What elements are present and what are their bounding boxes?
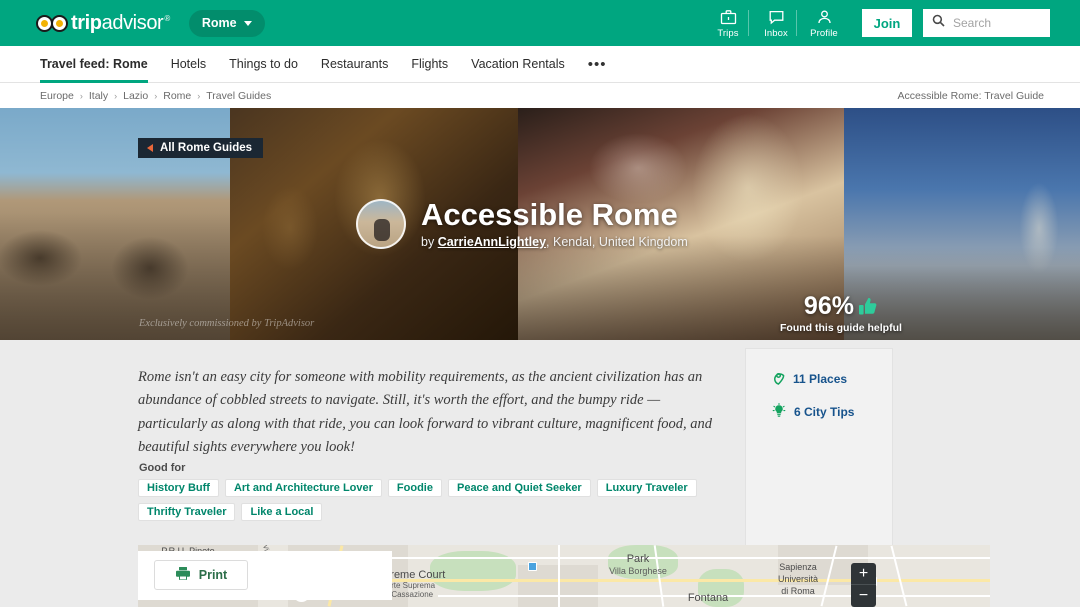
thumbs-up-icon (858, 296, 878, 321)
profile-label: Profile (810, 28, 838, 39)
tab-flights[interactable]: Flights (411, 46, 448, 83)
tag-peace-and-quiet-seeker[interactable]: Peace and Quiet Seeker (448, 479, 591, 497)
print-label: Print (199, 568, 227, 582)
places-count-label: 11 Places (793, 372, 847, 386)
map-zoom-in-button[interactable]: + (851, 563, 876, 585)
join-button[interactable]: Join (862, 9, 912, 37)
search-icon (932, 14, 945, 32)
logo-text-light: advisor (102, 12, 164, 34)
breadcrumb-item-italy[interactable]: Italy (89, 90, 108, 102)
breadcrumb-separator: › (154, 91, 157, 101)
inbox-button[interactable]: Inbox (752, 0, 800, 46)
author-link[interactable]: CarrieAnnLightley (438, 235, 546, 249)
tripadvisor-logo[interactable]: tripadvisor® (36, 12, 170, 35)
map-zoom-out-button[interactable]: − (851, 585, 876, 607)
breadcrumb-bar: Europe › Italy › Lazio › Rome › Travel G… (0, 83, 1080, 108)
author-byline: by CarrieAnnLightley, Kendal, United Kin… (421, 235, 688, 249)
good-for-tag-list: History Buff Art and Architecture Lover … (138, 479, 738, 521)
helpful-percent: 96% (804, 292, 854, 321)
trips-button[interactable]: Trips (704, 0, 752, 46)
logo-registered-mark: ® (164, 14, 170, 23)
tag-foodie[interactable]: Foodie (388, 479, 442, 497)
profile-button[interactable]: Profile (800, 0, 848, 46)
top-header-bar: tripadvisor® Rome Trips Inbox (0, 0, 1080, 46)
hero-title-block: Accessible Rome by CarrieAnnLightley, Ke… (356, 199, 688, 249)
commission-watermark: Exclusively commissioned by TripAdvisor (139, 318, 314, 329)
chevron-down-icon (244, 21, 252, 26)
search-container[interactable] (923, 9, 1050, 37)
city-selector-label: Rome (202, 16, 237, 30)
map-zoom-control: + − (851, 563, 876, 607)
guide-intro-text: Rome isn't an easy city for someone with… (138, 366, 720, 460)
owl-logo-icon (36, 15, 68, 32)
breadcrumb-item-lazio[interactable]: Lazio (123, 90, 148, 102)
breadcrumb-item-europe[interactable]: Europe (40, 90, 74, 102)
speech-bubble-icon (768, 7, 785, 26)
author-location: , Kendal, United Kingdom (546, 235, 688, 249)
page-title: Accessible Rome (421, 199, 688, 232)
helpful-rating: 96% Found this guide helpful (780, 292, 902, 334)
tab-restaurants[interactable]: Restaurants (321, 46, 388, 83)
current-page-label: Accessible Rome: Travel Guide (898, 90, 1044, 102)
good-for-label: Good for (139, 462, 185, 474)
tab-hotels[interactable]: Hotels (171, 46, 206, 83)
city-tips-label: 6 City Tips (794, 405, 854, 419)
person-icon (816, 7, 833, 26)
print-card: Print (138, 551, 392, 600)
guide-summary-card: 11 Places 6 City Tips (745, 348, 893, 546)
trips-label: Trips (717, 28, 738, 39)
tag-like-a-local[interactable]: Like a Local (241, 503, 322, 521)
chevron-left-icon (147, 144, 153, 152)
byline-prefix: by (421, 235, 438, 249)
tag-luxury-traveler[interactable]: Luxury Traveler (597, 479, 697, 497)
briefcase-icon (720, 7, 737, 26)
breadcrumb-separator: › (197, 91, 200, 101)
header-actions: Trips Inbox Profile Join (704, 0, 1050, 46)
print-button[interactable]: Print (154, 560, 248, 590)
more-menu-icon[interactable]: ••• (588, 46, 607, 83)
tab-things-to-do[interactable]: Things to do (229, 46, 298, 83)
helpful-caption: Found this guide helpful (780, 322, 902, 334)
all-rome-guides-label: All Rome Guides (160, 142, 252, 154)
breadcrumb-item-rome[interactable]: Rome (163, 90, 191, 102)
logo-text: tripadvisor® (71, 12, 170, 35)
lightbulb-icon (772, 403, 786, 421)
breadcrumb-item-travel-guides[interactable]: Travel Guides (206, 90, 271, 102)
tag-art-and-architecture-lover[interactable]: Art and Architecture Lover (225, 479, 382, 497)
tab-travel-feed[interactable]: Travel feed: Rome (40, 46, 148, 83)
tag-thrifty-traveler[interactable]: Thrifty Traveler (138, 503, 235, 521)
city-selector-dropdown[interactable]: Rome (189, 10, 265, 37)
printer-icon (175, 566, 191, 584)
search-input[interactable] (953, 16, 1043, 30)
all-rome-guides-button[interactable]: All Rome Guides (138, 138, 263, 158)
logo-text-bold: trip (71, 12, 102, 34)
inbox-label: Inbox (764, 28, 788, 39)
breadcrumb-separator: › (80, 91, 83, 101)
tab-vacation-rentals[interactable]: Vacation Rentals (471, 46, 565, 83)
map-pin-icon (772, 370, 785, 388)
main-navigation: Travel feed: Rome Hotels Things to do Re… (0, 46, 1080, 83)
breadcrumb-separator: › (114, 91, 117, 101)
tag-history-buff[interactable]: History Buff (138, 479, 219, 497)
city-tips-row[interactable]: 6 City Tips (772, 402, 892, 422)
author-avatar[interactable] (356, 199, 406, 249)
places-count-row[interactable]: 11 Places (772, 369, 892, 389)
breadcrumb: Europe › Italy › Lazio › Rome › Travel G… (40, 90, 271, 102)
